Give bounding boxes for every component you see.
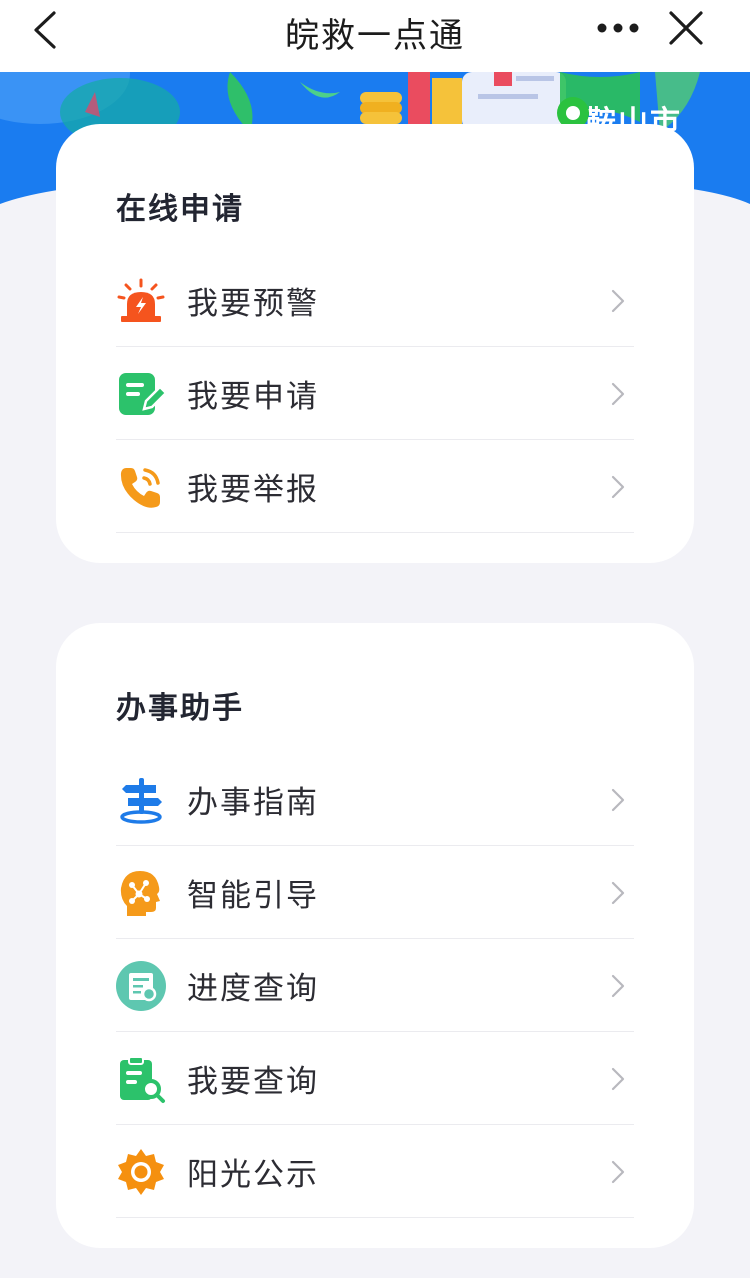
list-item-public-notice[interactable]: 阳光公示 — [116, 1125, 634, 1218]
list-item-label: 我要预警 — [187, 286, 319, 322]
chevron-right-icon — [611, 881, 625, 905]
list-item-label: 阳光公示 — [187, 1157, 319, 1193]
more-horizontal-icon[interactable] — [594, 12, 642, 44]
list-item-label: 智能引导 — [187, 878, 319, 914]
list-item-label: 进度查询 — [187, 971, 319, 1007]
alarm-siren-icon — [117, 278, 165, 322]
chevron-right-icon — [611, 788, 625, 812]
section-title: 办事助手 — [116, 691, 244, 726]
ai-head-icon — [120, 871, 160, 916]
section-title: 在线申请 — [116, 192, 244, 227]
list-item-apply[interactable]: 我要申请 — [116, 347, 634, 440]
list-item-smart-guide[interactable]: 智能引导 — [116, 846, 634, 939]
list-item-report[interactable]: 我要举报 — [116, 440, 634, 533]
sun-icon — [118, 1149, 164, 1195]
chevron-right-icon — [611, 1160, 625, 1184]
chevron-right-icon — [611, 289, 625, 313]
chevron-right-icon — [611, 382, 625, 406]
clipboard-search-icon — [120, 1056, 165, 1103]
online-application-card: 在线申请 我要预警 我要申请 我要举报 — [56, 124, 694, 563]
chevron-right-icon — [611, 974, 625, 998]
close-icon[interactable] — [668, 10, 704, 46]
page: 皖救一点通 马鞍山市 在线申请 我要预警 我要申请 我要举报 办事助手 办事指南… — [0, 0, 750, 1278]
service-assistant-list: 办事指南 智能引导 进度查询 我要查询 阳光公示 — [116, 753, 634, 1218]
nav-bar: 皖救一点通 — [0, 0, 750, 72]
list-item-warning[interactable]: 我要预警 — [116, 254, 634, 347]
signpost-icon — [120, 778, 162, 824]
list-item-progress[interactable]: 进度查询 — [116, 939, 634, 1032]
edit-form-icon — [119, 373, 166, 415]
id-card-search-icon — [116, 961, 166, 1011]
list-item-query[interactable]: 我要查询 — [116, 1032, 634, 1125]
list-item-label: 我要查询 — [187, 1064, 319, 1100]
list-item-label: 我要申请 — [187, 379, 319, 415]
list-item-label: 办事指南 — [187, 785, 319, 821]
service-assistant-card: 办事助手 办事指南 智能引导 进度查询 我要查询 阳光公示 — [56, 623, 694, 1248]
list-item-guide[interactable]: 办事指南 — [116, 753, 634, 846]
online-application-list: 我要预警 我要申请 我要举报 — [116, 254, 634, 533]
phone-call-icon — [120, 468, 160, 508]
chevron-right-icon — [611, 1067, 625, 1091]
list-item-label: 我要举报 — [187, 472, 319, 508]
chevron-right-icon — [611, 475, 625, 499]
